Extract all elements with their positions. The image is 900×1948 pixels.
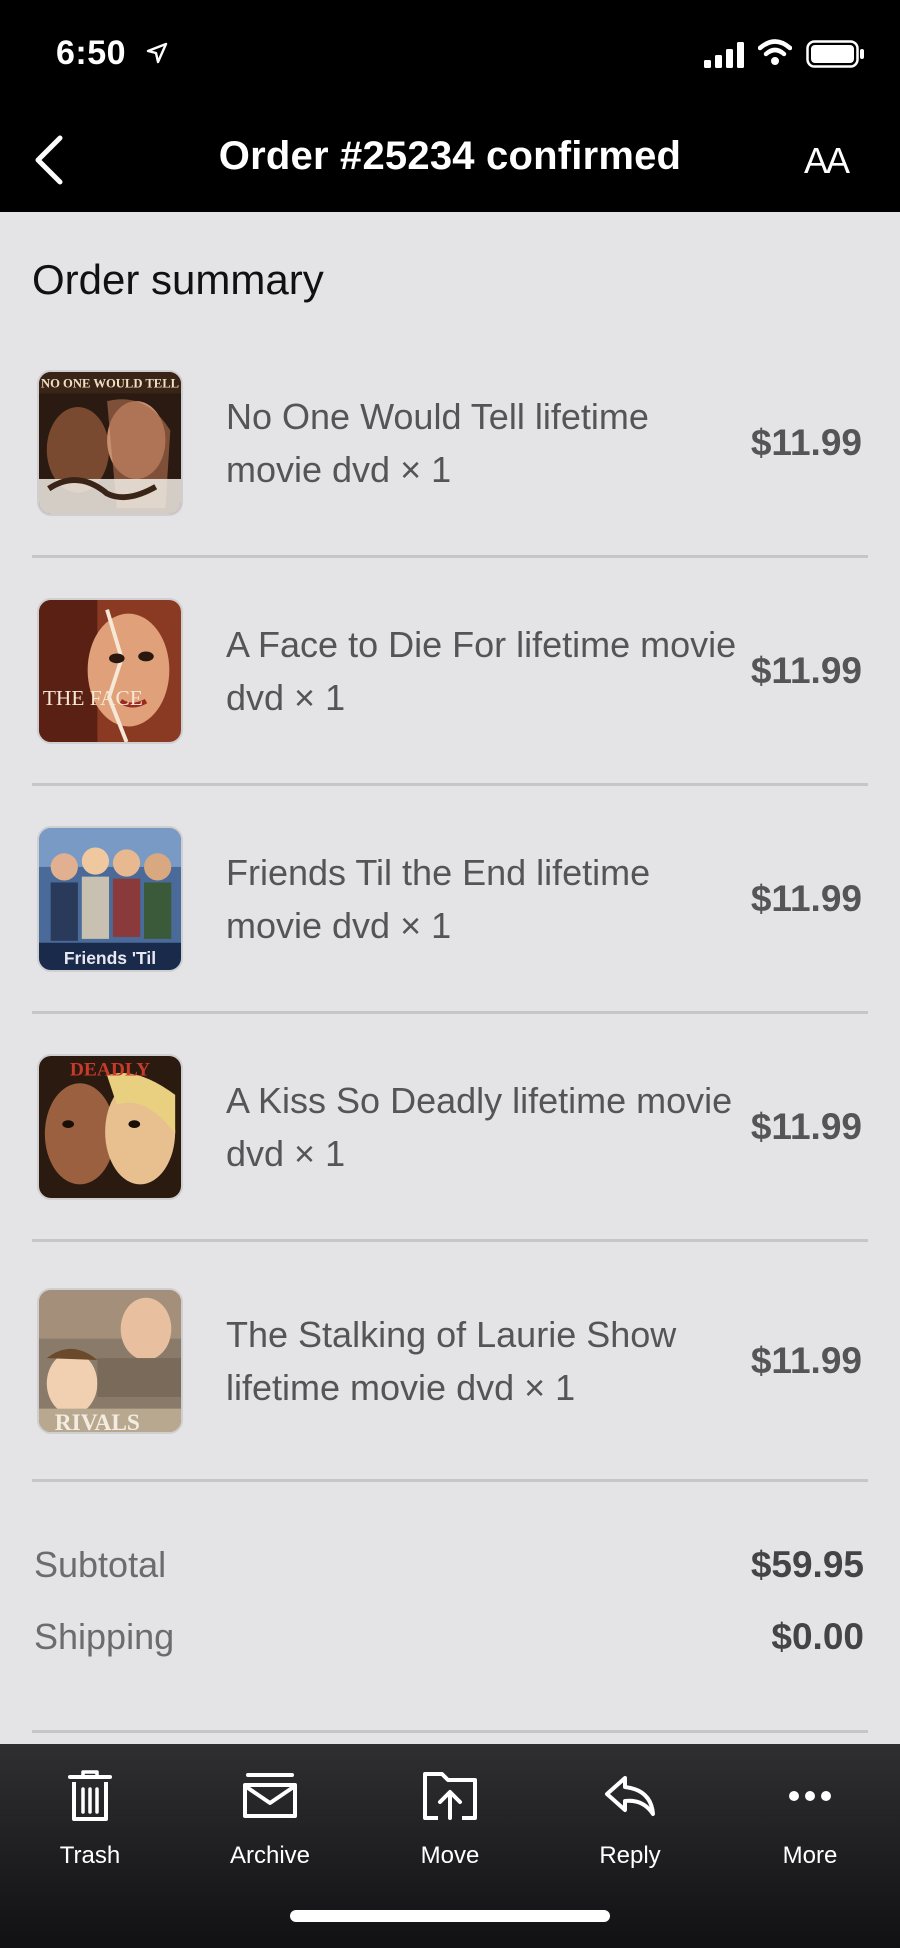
- back-chevron-icon[interactable]: [30, 132, 70, 188]
- reply-button[interactable]: Reply: [540, 1766, 720, 1870]
- order-totals: Subtotal $59.95 Shipping $0.00: [34, 1544, 864, 1688]
- page-title: Order #25234 confirmed: [218, 134, 682, 178]
- more-label: More: [782, 1842, 838, 1869]
- wifi-icon: [758, 39, 792, 65]
- item-price: $11.99: [750, 877, 862, 919]
- cover-title-text: NO ONE WOULD TELL: [41, 376, 179, 390]
- order-item: RIVALS The Stalking of Laurie Show lifet…: [32, 1242, 868, 1482]
- shipping-row: Shipping $0.00: [34, 1616, 864, 1688]
- item-name: No One Would Tell lifetime movie dvd × 1: [226, 395, 649, 490]
- signal-bars-icon: [704, 42, 744, 68]
- subtotal-label: Subtotal: [34, 1544, 167, 1585]
- item-price: $11.99: [750, 421, 862, 463]
- cover-title-text: THE FACE: [43, 686, 143, 710]
- shipping-value: $0.00: [771, 1616, 864, 1657]
- location-arrow-icon: [146, 42, 168, 64]
- archive-button[interactable]: Archive: [180, 1766, 360, 1870]
- text-size-button[interactable]: AA: [804, 140, 850, 182]
- status-bar: 6:50: [0, 0, 900, 110]
- order-summary-heading: Order summary: [32, 256, 324, 303]
- item-name: A Kiss So Deadly lifetime movie dvd × 1: [226, 1079, 733, 1174]
- cover-title-text: RIVALS: [55, 1410, 140, 1432]
- subtotal-row: Subtotal $59.95: [34, 1544, 864, 1616]
- trash-label: Trash: [59, 1842, 121, 1869]
- dvd-cover-image: NO ONE WOULD TELL: [37, 369, 183, 516]
- reply-label: Reply: [599, 1842, 661, 1869]
- item-name: The Stalking of Laurie Show lifetime mov…: [226, 1313, 677, 1408]
- order-items-list: NO ONE WOULD TELL No One Would Tell life…: [32, 330, 868, 1482]
- order-item: Friends 'Til Friends Til the End lifetim…: [32, 786, 868, 1014]
- dvd-cover-image: RIVALS: [37, 1287, 183, 1434]
- cover-title-text: Friends 'Til: [64, 948, 156, 968]
- text-size-label: AA: [804, 140, 850, 181]
- move-button[interactable]: Move: [360, 1766, 540, 1870]
- archive-label: Archive: [229, 1842, 311, 1869]
- home-indicator[interactable]: [290, 1910, 610, 1922]
- order-item: THE FACE A Face to Die For lifetime movi…: [32, 558, 868, 786]
- move-label: Move: [420, 1842, 480, 1869]
- item-name: Friends Til the End lifetime movie dvd ×…: [226, 851, 651, 946]
- message-content[interactable]: Order summary NO ONE WOULD TELL No One W…: [0, 212, 900, 1744]
- dvd-cover-image: THE FACE: [37, 597, 183, 744]
- more-dots-icon: [789, 1791, 831, 1801]
- item-price: $11.99: [750, 1339, 862, 1381]
- dvd-cover-image: Friends 'Til: [37, 825, 183, 972]
- shipping-label: Shipping: [34, 1616, 175, 1657]
- navigation-bar: Order #25234 confirmed AA: [0, 110, 900, 212]
- status-time: 6:50: [56, 34, 127, 72]
- trash-icon: [68, 1770, 112, 1821]
- order-item: DEADLY A Kiss So Deadly lifetime movie d…: [32, 1014, 868, 1242]
- item-price: $11.99: [750, 1105, 862, 1147]
- item-price: $11.99: [750, 649, 862, 691]
- trash-button[interactable]: Trash: [0, 1766, 180, 1870]
- order-item: NO ONE WOULD TELL No One Would Tell life…: [32, 330, 868, 558]
- cover-title-text: DEADLY: [70, 1059, 150, 1080]
- subtotal-value: $59.95: [750, 1544, 864, 1585]
- move-folder-icon: [423, 1772, 477, 1820]
- divider: [32, 1730, 868, 1733]
- more-button[interactable]: More: [720, 1766, 900, 1870]
- battery-icon: [806, 40, 864, 68]
- archive-icon: [243, 1773, 297, 1818]
- dvd-cover-image: DEADLY: [37, 1053, 183, 1200]
- item-name: A Face to Die For lifetime movie dvd × 1: [226, 623, 737, 718]
- reply-icon: [605, 1776, 655, 1816]
